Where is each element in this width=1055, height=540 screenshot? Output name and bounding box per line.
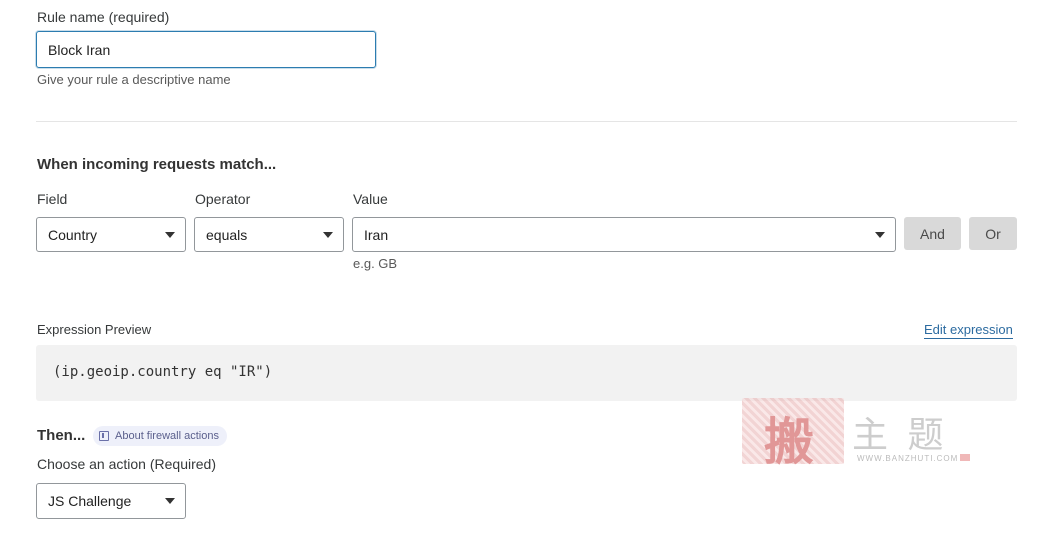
rule-name-label: Rule name (required) — [37, 9, 170, 25]
book-icon — [99, 431, 109, 441]
rule-name-input[interactable]: Block Iran — [36, 31, 376, 68]
operator-select-value: equals — [206, 226, 248, 243]
action-label: Choose an action (Required) — [37, 456, 216, 472]
caret-down-icon — [875, 231, 885, 238]
field-select[interactable]: Country — [36, 217, 186, 252]
watermark-url: WWW.BANZHUTI.COM — [857, 454, 959, 463]
value-select-value: Iran — [364, 226, 389, 243]
caret-down-icon — [323, 231, 333, 238]
expression-code: (ip.geoip.country eq "IR") — [53, 364, 273, 380]
field-select-value: Country — [48, 226, 98, 243]
and-button[interactable]: And — [904, 217, 961, 250]
rule-name-value: Block Iran — [48, 41, 111, 58]
or-button[interactable]: Or — [969, 217, 1017, 250]
about-firewall-actions-link[interactable]: About firewall actions — [93, 426, 227, 446]
watermark-text: 主 题 — [852, 415, 948, 456]
value-select[interactable]: Iran — [352, 217, 896, 252]
caret-down-icon — [165, 231, 175, 238]
expression-preview-label: Expression Preview — [37, 322, 152, 337]
edit-expression-link[interactable]: Edit expression — [924, 322, 1013, 339]
then-heading: Then... — [37, 427, 86, 444]
expression-preview-box: (ip.geoip.country eq "IR") — [36, 345, 1017, 401]
action-select[interactable]: JS Challenge — [36, 483, 186, 519]
value-label: Value — [353, 191, 388, 207]
watermark-mark — [960, 454, 970, 461]
about-firewall-actions-label: About firewall actions — [115, 430, 219, 442]
rule-name-help: Give your rule a descriptive name — [37, 72, 231, 87]
field-label: Field — [37, 191, 68, 207]
action-select-value: JS Challenge — [48, 493, 132, 509]
section-divider — [36, 121, 1017, 122]
caret-down-icon — [165, 498, 175, 504]
watermark-logo: 搬 — [742, 398, 844, 471]
operator-label: Operator — [195, 191, 251, 207]
match-heading: When incoming requests match... — [37, 156, 277, 173]
operator-select[interactable]: equals — [194, 217, 344, 252]
value-hint: e.g. GB — [353, 256, 398, 271]
